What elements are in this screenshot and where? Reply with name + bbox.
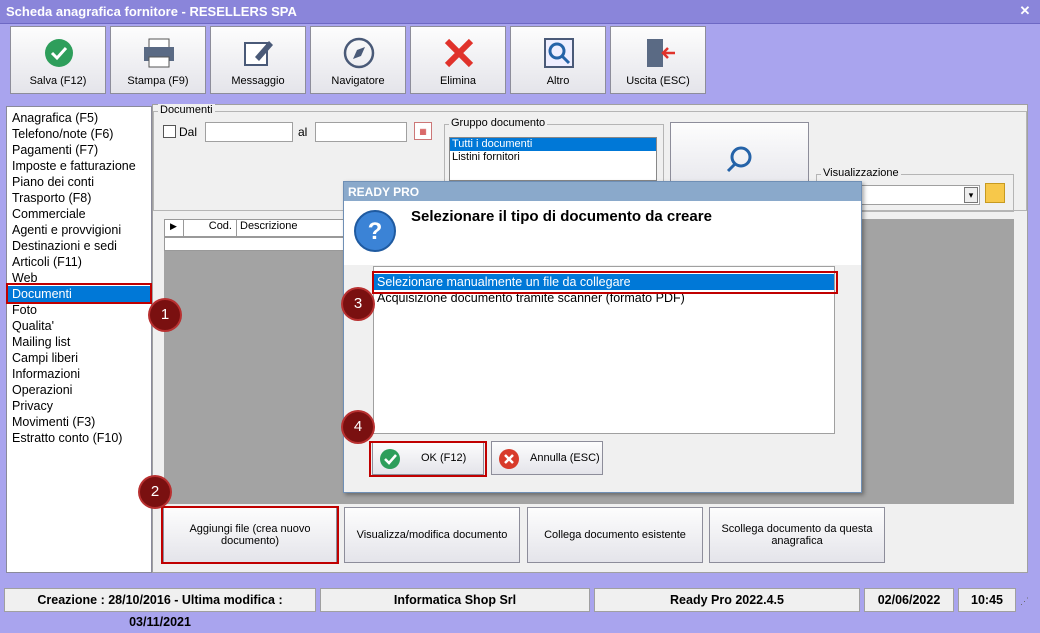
link-document-button[interactable]: Collega documento esistente <box>527 507 703 563</box>
folder-icon[interactable] <box>985 183 1005 203</box>
unlink-document-button[interactable]: Scollega documento da questa anagrafica <box>709 507 885 563</box>
exit-button[interactable]: Uscita (ESC) <box>610 26 706 94</box>
status-company: Informatica Shop Srl <box>320 588 590 612</box>
status-time: 10:45 <box>958 588 1016 612</box>
sidebar-item-operazioni[interactable]: Operazioni <box>7 382 151 398</box>
document-type-dialog: READY PRO ? Selezionare il tipo di docum… <box>343 181 862 493</box>
window-title: Scheda anagrafica fornitore - RESELLERS … <box>6 4 297 19</box>
message-button[interactable]: Messaggio <box>210 26 306 94</box>
save-button[interactable]: Salva (F12) <box>10 26 106 94</box>
sidebar-item-estratto-conto[interactable]: Estratto conto (F10) <box>7 430 151 446</box>
documenti-highlight <box>6 283 152 304</box>
compass-icon <box>311 37 405 69</box>
sidebar: Anagrafica (F5) Telefono/note (F6) Pagam… <box>6 106 152 573</box>
view-edit-document-button[interactable]: Visualizza/modifica documento <box>344 507 520 563</box>
view-edit-document-label: Visualizza/modifica documento <box>356 529 508 541</box>
sidebar-item-campi-liberi[interactable]: Campi liberi <box>7 350 151 366</box>
magnifier-icon <box>511 37 605 69</box>
delete-x-icon <box>411 37 505 69</box>
ok-highlight <box>369 441 487 477</box>
sidebar-item-commerciale[interactable]: Commerciale <box>7 206 151 222</box>
delete-button-label: Elimina <box>439 75 477 87</box>
group-list: Tutti i documenti Listini fornitori <box>449 137 657 181</box>
sidebar-item-agenti[interactable]: Agenti e provvigioni <box>7 222 151 238</box>
more-button[interactable]: Altro <box>510 26 606 94</box>
sidebar-item-movimenti[interactable]: Movimenti (F3) <box>7 414 151 430</box>
visual-select[interactable]: ▾ <box>853 185 980 205</box>
delete-button[interactable]: Elimina <box>410 26 506 94</box>
save-button-label: Salva (F12) <box>29 75 87 87</box>
svg-text:?: ? <box>368 218 383 245</box>
sidebar-item-mailing[interactable]: Mailing list <box>7 334 151 350</box>
check-icon <box>11 37 105 69</box>
sidebar-item-pagamenti[interactable]: Pagamenti (F7) <box>7 142 151 158</box>
link-document-label: Collega documento esistente <box>544 529 686 541</box>
sidebar-item-piano-conti[interactable]: Piano dei conti <box>7 174 151 190</box>
sidebar-item-trasporto[interactable]: Trasporto (F8) <box>7 190 151 206</box>
question-icon: ? <box>354 210 396 252</box>
sidebar-item-foto[interactable]: Foto <box>7 302 151 318</box>
navigator-button[interactable]: Navigatore <box>310 26 406 94</box>
cancel-button-label: Annulla (ESC) <box>530 452 600 464</box>
step-badge-2: 2 <box>140 477 170 507</box>
sidebar-item-informazioni[interactable]: Informazioni <box>7 366 151 382</box>
status-version: Ready Pro 2022.4.5 <box>594 588 860 612</box>
grid-header: ▶ Cod. Descrizione <box>164 219 354 237</box>
sidebar-item-privacy[interactable]: Privacy <box>7 398 151 414</box>
close-icon[interactable]: ✕ <box>1016 2 1034 20</box>
documents-legend: Documenti <box>158 104 215 116</box>
group-legend: Gruppo documento <box>449 117 548 129</box>
exit-button-label: Uscita (ESC) <box>626 75 690 87</box>
dialog-title: READY PRO <box>344 182 861 201</box>
dal-checkbox[interactable] <box>163 125 176 138</box>
step-badge-4: 4 <box>343 412 373 442</box>
cancel-x-icon <box>499 449 519 469</box>
print-button[interactable]: Stampa (F9) <box>110 26 206 94</box>
column-cod[interactable]: Cod. <box>183 220 235 236</box>
visual-legend: Visualizzazione <box>821 167 901 179</box>
option-highlight <box>372 271 838 294</box>
message-button-label: Messaggio <box>231 75 285 87</box>
dal-label: Dal <box>179 125 198 139</box>
status-dates: Creazione : 28/10/2016 - Ultima modifica… <box>4 588 316 629</box>
calendar-icon[interactable]: ▦ <box>414 122 432 140</box>
group-item-all[interactable]: Tutti i documenti <box>450 138 656 151</box>
sidebar-item-anagrafica[interactable]: Anagrafica (F5) <box>7 110 151 126</box>
exit-door-icon <box>611 37 705 69</box>
add-file-highlight <box>161 506 339 564</box>
unlink-document-label: Scollega documento da questa anagrafica <box>721 523 873 547</box>
column-descrizione[interactable]: Descrizione <box>236 220 353 236</box>
message-edit-icon <box>211 37 305 69</box>
al-label: al <box>298 125 308 139</box>
printer-icon <box>111 37 205 69</box>
sidebar-item-qualita[interactable]: Qualita' <box>7 318 151 334</box>
grid-empty-row <box>164 237 354 251</box>
dialog-heading: Selezionare il tipo di documento da crea… <box>411 208 712 225</box>
navigator-button-label: Navigatore <box>331 75 385 87</box>
resize-grip-icon[interactable]: ⋰ <box>1020 596 1034 610</box>
sidebar-item-destinazioni[interactable]: Destinazioni e sedi <box>7 238 151 254</box>
chevron-down-icon[interactable]: ▾ <box>964 187 978 203</box>
group-item-listini[interactable]: Listini fornitori <box>450 151 656 164</box>
dialog-header: ? Selezionare il tipo di documento da cr… <box>344 201 861 265</box>
sidebar-item-telefono[interactable]: Telefono/note (F6) <box>7 126 151 142</box>
more-button-label: Altro <box>546 75 570 87</box>
window-titlebar: Scheda anagrafica fornitore - RESELLERS … <box>0 0 1040 24</box>
sidebar-item-articoli[interactable]: Articoli (F11) <box>7 254 151 270</box>
row-indicator-icon: ▶ <box>170 221 177 231</box>
step-badge-3: 3 <box>343 289 373 319</box>
cancel-button[interactable]: Annulla (ESC) <box>491 441 603 475</box>
print-button-label: Stampa (F9) <box>127 75 189 87</box>
sidebar-item-imposte[interactable]: Imposte e fatturazione <box>7 158 151 174</box>
date-to-input[interactable] <box>315 122 407 142</box>
status-date: 02/06/2022 <box>864 588 954 612</box>
step-badge-1: 1 <box>150 300 180 330</box>
date-from-input[interactable] <box>205 122 293 142</box>
